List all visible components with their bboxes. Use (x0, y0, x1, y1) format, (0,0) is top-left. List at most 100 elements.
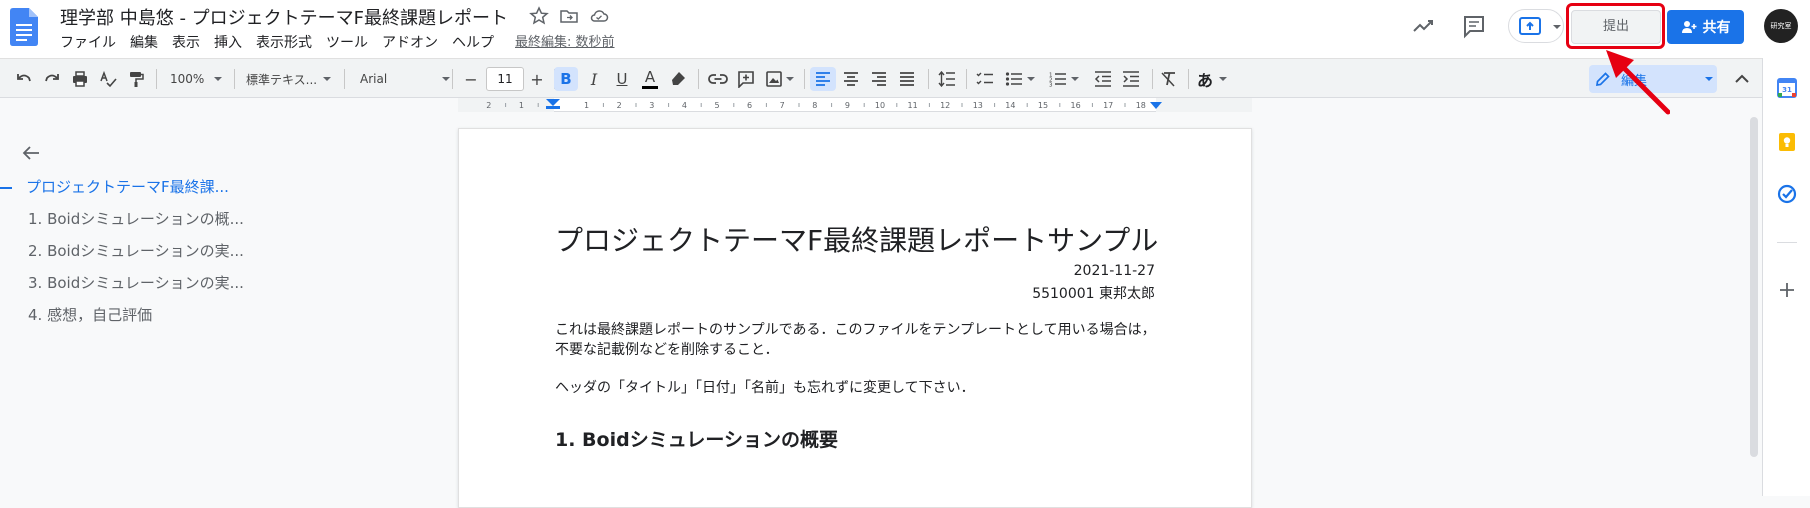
first-line-indent-icon[interactable] (546, 106, 560, 109)
bold-button[interactable]: B (554, 67, 578, 91)
text-color-button[interactable]: A (638, 67, 662, 91)
link-icon (708, 74, 728, 84)
google-docs-icon[interactable] (10, 8, 38, 46)
star-icon[interactable] (529, 6, 549, 26)
editing-mode-select[interactable]: 編集 (1589, 65, 1717, 93)
formatting-toolbar: 100% 標準テキス... Arial − 11 + B I U A 1 2 3… (0, 58, 1762, 98)
submit-button[interactable]: 提出 (1571, 10, 1661, 44)
paint-format-button[interactable] (124, 67, 148, 91)
scrollbar-thumb[interactable] (1750, 117, 1758, 457)
ruler-tick-label: 1 (519, 101, 524, 110)
menu-edit[interactable]: 編集 (123, 34, 165, 52)
toolbar-divider (698, 69, 699, 89)
menu-tools[interactable]: ツール (319, 34, 375, 52)
cloud-status-icon[interactable] (589, 6, 609, 26)
justify-button[interactable] (894, 67, 920, 91)
add-addon-icon[interactable] (1777, 280, 1797, 300)
increase-indent-button[interactable] (1118, 67, 1144, 91)
redo-icon (45, 74, 59, 82)
ruler-tick-label: 9 (845, 101, 850, 110)
add-comment-icon (738, 71, 754, 88)
font-family-select[interactable]: Arial (360, 67, 450, 91)
align-center-button[interactable] (838, 67, 864, 91)
ruler-tick-mark (831, 103, 833, 107)
numbered-list-button[interactable]: 123 (1046, 67, 1082, 91)
insert-image-button[interactable] (762, 67, 796, 91)
undo-button[interactable] (12, 67, 36, 91)
last-edit-link[interactable]: 最終編集: 数秒前 (501, 34, 615, 52)
toolbar-divider (344, 69, 345, 89)
editing-mode-label: 編集 (1621, 73, 1648, 89)
align-left-button[interactable] (810, 67, 836, 91)
align-right-button[interactable] (866, 67, 892, 91)
ruler-tick-label: 6 (747, 101, 752, 110)
tasks-icon[interactable] (1777, 184, 1797, 204)
calendar-icon[interactable]: 31 (1777, 78, 1797, 98)
ruler-track[interactable]: 2 1 1 2 3 4 5 6 7 8 9 10 11 12 13 14 15 16 17 18 (458, 98, 1252, 112)
increase-font-size-button[interactable]: + (526, 67, 548, 91)
ruler-tick-label: 4 (682, 101, 687, 110)
activity-trend-icon[interactable] (1410, 12, 1438, 40)
chevron-up-icon[interactable] (1730, 67, 1754, 91)
pencil-icon (1595, 72, 1610, 87)
menu-addons[interactable]: アドオン (375, 34, 445, 52)
line-spacing-button[interactable] (934, 67, 960, 91)
arrow-back-icon[interactable] (20, 142, 42, 164)
keep-icon[interactable] (1777, 132, 1797, 152)
present-button[interactable] (1508, 9, 1564, 43)
print-icon (73, 71, 87, 87)
spellcheck-button[interactable] (96, 67, 120, 91)
checklist-button[interactable] (972, 67, 998, 91)
svg-text:3: 3 (1049, 83, 1053, 88)
spellcheck-icon (100, 70, 117, 88)
print-button[interactable] (68, 67, 92, 91)
ruler[interactable]: 2 1 1 2 3 4 5 6 7 8 9 10 11 12 13 14 15 16 17 18 (0, 98, 1762, 112)
outline-item-1[interactable]: 1. Boidシミュレーションの概... (28, 208, 244, 229)
menu-format[interactable]: 表示形式 (249, 34, 319, 52)
account-avatar[interactable]: 研究室 (1764, 9, 1798, 43)
undo-icon (17, 74, 31, 82)
italic-button[interactable]: I (582, 67, 606, 91)
document-title[interactable]: 理学部 中島悠 - プロジェクトテーマF最終課題レポート (60, 4, 508, 30)
line-spacing-icon (938, 71, 955, 87)
clear-formatting-button[interactable] (1156, 67, 1182, 91)
decrease-indent-button[interactable] (1090, 67, 1116, 91)
decrease-font-size-button[interactable]: − (460, 67, 482, 91)
vertical-scrollbar[interactable] (1747, 113, 1761, 496)
side-panel-divider (1777, 242, 1797, 243)
move-folder-icon[interactable] (559, 6, 579, 26)
menu-view[interactable]: 表示 (165, 34, 207, 52)
bulleted-list-button[interactable] (1002, 67, 1038, 91)
outline-item-2[interactable]: 2. Boidシミュレーションの実... (28, 240, 244, 261)
underline-button[interactable]: U (610, 67, 634, 91)
zoom-select[interactable]: 100% (170, 67, 226, 91)
clear-formatting-icon (1161, 72, 1175, 87)
menu-file[interactable]: ファイル (60, 34, 123, 52)
outline-item-title[interactable]: プロジェクトテーマF最終課... (26, 176, 229, 197)
add-comment-button[interactable] (734, 67, 758, 91)
paragraph-style-select[interactable]: 標準テキス... (246, 67, 338, 91)
highlighter-icon (672, 72, 685, 85)
svg-text:31: 31 (1782, 86, 1792, 94)
menu-help[interactable]: ヘルプ (445, 34, 501, 52)
outline-item-4[interactable]: 4. 感想，自己評価 (28, 304, 152, 325)
ruler-tick-mark (1059, 103, 1061, 107)
align-left-icon (816, 72, 830, 86)
zoom-value: 100% (170, 72, 205, 86)
toolbar-divider (966, 69, 967, 89)
comment-history-icon[interactable] (1460, 12, 1488, 40)
highlight-color-button[interactable] (666, 67, 690, 91)
input-tools-button[interactable]: あ (1194, 67, 1230, 91)
ruler-tick-mark (896, 103, 898, 107)
font-size-input[interactable]: 11 (486, 67, 524, 91)
justify-icon (900, 72, 914, 86)
menu-insert[interactable]: 挿入 (207, 34, 249, 52)
insert-link-button[interactable] (706, 67, 730, 91)
redo-button[interactable] (40, 67, 64, 91)
document-page[interactable]: プロジェクトテーマF最終課題レポートサンプル 2021-11-27 551000… (458, 128, 1252, 508)
ruler-tick-mark (798, 103, 800, 107)
ruler-tick-mark (505, 103, 507, 107)
share-button[interactable]: 共有 (1667, 10, 1744, 44)
outline-item-3[interactable]: 3. Boidシミュレーションの実... (28, 272, 244, 293)
ruler-tick-mark (994, 103, 996, 107)
